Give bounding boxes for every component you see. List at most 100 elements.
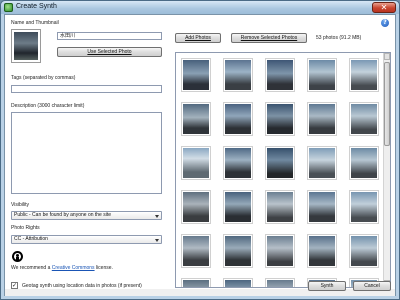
photo-image: [183, 104, 209, 134]
help-icon[interactable]: ?: [381, 19, 389, 27]
geotag-label: Geotag synth using location data in phot…: [22, 283, 142, 289]
photo-thumbnail[interactable]: [307, 146, 337, 180]
photo-image: [309, 60, 335, 90]
photo-thumbnail[interactable]: [181, 58, 211, 92]
synth-name-input[interactable]: 水田川: [57, 32, 162, 40]
name-thumbnail-label: Name and Thumbnail: [11, 20, 59, 26]
photo-thumbnail[interactable]: [265, 146, 295, 180]
visibility-label: Visibility: [11, 202, 29, 208]
recommend-suffix: license.: [94, 265, 113, 271]
photo-image: [183, 192, 209, 222]
cancel-button[interactable]: Cancel: [353, 281, 391, 291]
photo-thumbnail[interactable]: [349, 102, 379, 136]
photo-thumbnail[interactable]: [181, 278, 211, 287]
photo-image: [351, 148, 377, 178]
photo-image: [351, 236, 377, 266]
photo-image: [351, 192, 377, 222]
photo-thumbnail[interactable]: [349, 234, 379, 268]
remove-selected-photos-button[interactable]: Remove Selected Photos: [231, 33, 307, 43]
visibility-selected: Public - Can be found by anyone on the s…: [14, 212, 112, 218]
license-recommendation: We recommend a Creative Commons license.: [11, 265, 113, 271]
photo-grid-scrollbar[interactable]: [383, 53, 390, 287]
synth-button[interactable]: Synth: [308, 281, 346, 291]
photo-image: [225, 104, 251, 134]
photo-thumbnail[interactable]: [223, 190, 253, 224]
photo-image: [183, 236, 209, 266]
photo-thumbnail[interactable]: [265, 102, 295, 136]
photo-image: [309, 104, 335, 134]
window-title: Create Synth: [16, 3, 57, 10]
photo-thumbnail[interactable]: [223, 58, 253, 92]
photo-thumbnail[interactable]: [223, 146, 253, 180]
photo-image: [267, 280, 293, 287]
chevron-down-icon: [155, 215, 159, 218]
synth-thumbnail: [11, 29, 41, 63]
description-label: Description (3000 character limit): [11, 103, 85, 109]
photo-image: [267, 104, 293, 134]
photo-image: [309, 148, 335, 178]
photo-grid[interactable]: [175, 52, 391, 288]
photo-thumbnail[interactable]: [223, 234, 253, 268]
photo-rights-selected: CC - Attribution: [14, 236, 48, 242]
photo-thumbnail[interactable]: [265, 58, 295, 92]
use-selected-photo-label: Use Selected Photo: [87, 49, 132, 55]
photo-rights-dropdown[interactable]: CC - Attribution: [11, 235, 162, 244]
photo-image: [267, 236, 293, 266]
photo-thumbnail[interactable]: [349, 58, 379, 92]
photo-thumbnail[interactable]: [265, 278, 295, 287]
photo-image: [183, 280, 209, 287]
photo-thumbnail[interactable]: [181, 102, 211, 136]
tags-input[interactable]: [11, 85, 162, 93]
photo-image: [225, 60, 251, 90]
add-photos-label: Add Photos: [185, 35, 211, 41]
photo-image: [225, 236, 251, 266]
photo-thumbnail[interactable]: [181, 234, 211, 268]
close-button[interactable]: ✕: [372, 2, 396, 13]
photo-image: [309, 236, 335, 266]
photo-thumbnail[interactable]: [265, 234, 295, 268]
scroll-thumb[interactable]: [384, 62, 390, 146]
photo-image: [351, 60, 377, 90]
title-bar[interactable]: Create Synth ✕: [1, 1, 399, 14]
photo-image: [267, 60, 293, 90]
add-photos-button[interactable]: Add Photos: [175, 33, 221, 43]
creative-commons-icon: [12, 251, 23, 262]
photo-image: [183, 148, 209, 178]
visibility-dropdown[interactable]: Public - Can be found by anyone on the s…: [11, 211, 162, 220]
tags-label: Tags (separated by commas): [11, 75, 76, 81]
geotag-checkbox[interactable]: ✓: [11, 282, 18, 289]
photo-rights-label: Photo Rights: [11, 225, 40, 231]
photo-image: [225, 192, 251, 222]
photo-count: 53 photos (91.2 MB): [316, 35, 362, 41]
scroll-up-icon[interactable]: [384, 53, 390, 60]
use-selected-photo-button[interactable]: Use Selected Photo: [57, 47, 162, 57]
photo-image: [225, 280, 251, 287]
checkmark-icon: ✓: [12, 282, 18, 289]
photo-thumbnail[interactable]: [349, 190, 379, 224]
photosynth-app-icon: [4, 3, 13, 12]
photo-thumbnail[interactable]: [223, 278, 253, 287]
photo-thumbnail[interactable]: [307, 102, 337, 136]
photo-thumbnail[interactable]: [181, 190, 211, 224]
photo-image: [267, 148, 293, 178]
photo-thumbnail[interactable]: [349, 146, 379, 180]
photo-image: [183, 60, 209, 90]
remove-selected-label: Remove Selected Photos: [240, 35, 298, 41]
thumbnail-image: [14, 32, 38, 60]
chevron-down-icon: [155, 239, 159, 242]
create-synth-dialog: Create Synth ✕ Name and Thumbnail ? 水田川 …: [0, 0, 400, 300]
photo-image: [309, 192, 335, 222]
description-textarea[interactable]: [11, 112, 162, 194]
photo-thumbnail[interactable]: [181, 146, 211, 180]
photo-thumbnail[interactable]: [265, 190, 295, 224]
recommend-prefix: We recommend a: [11, 265, 52, 271]
photo-thumbnail[interactable]: [307, 234, 337, 268]
photo-thumbnail[interactable]: [223, 102, 253, 136]
photo-image: [267, 192, 293, 222]
dialog-content: Name and Thumbnail ? 水田川 Use Selected Ph…: [4, 14, 396, 296]
photo-thumbnail[interactable]: [307, 190, 337, 224]
photo-image: [225, 148, 251, 178]
photo-image: [351, 104, 377, 134]
creative-commons-link[interactable]: Creative Commons: [52, 265, 95, 271]
photo-thumbnail[interactable]: [307, 58, 337, 92]
